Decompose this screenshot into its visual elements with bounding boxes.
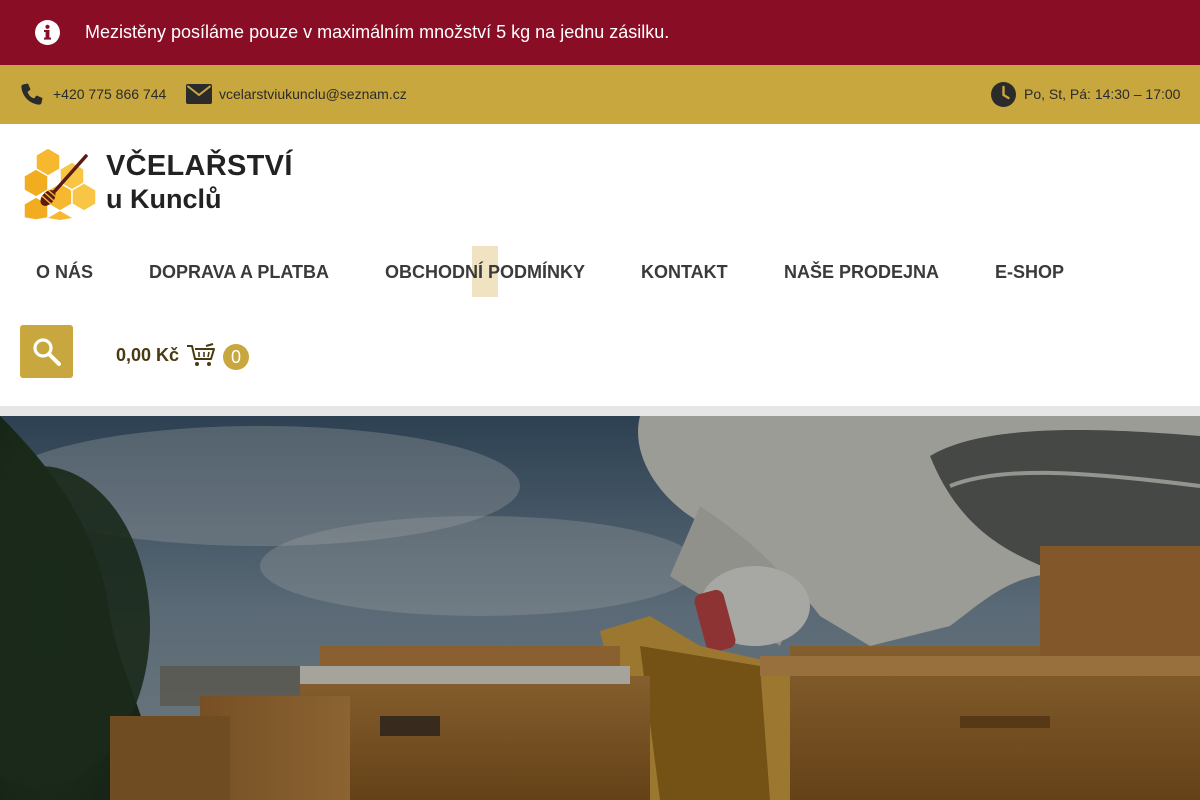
logo-subtitle: u Kunclů xyxy=(106,184,222,214)
search-icon xyxy=(33,338,61,366)
opening-hours: Po, St, Pá: 14:30 – 17:00 xyxy=(1024,86,1181,102)
clock-icon xyxy=(991,82,1016,107)
nav-item-about[interactable]: O NÁS xyxy=(36,260,93,284)
header-divider xyxy=(0,406,1200,416)
nav-item-contact[interactable]: KONTAKT xyxy=(641,260,728,284)
nav-item-eshop[interactable]: E-SHOP xyxy=(995,260,1064,284)
nav-item-shipping-payment[interactable]: DOPRAVA A PLATBA xyxy=(149,260,329,284)
email-link[interactable]: vcelarstviukunclu@seznam.cz xyxy=(219,86,407,102)
site-header: VČELAŘSTVÍ u Kunclů O NÁS DOPRAVA A PLAT… xyxy=(0,124,1200,406)
beekeeper-photo xyxy=(0,416,1200,800)
phone-link[interactable]: +420 775 866 744 xyxy=(53,86,166,102)
honeycomb-logo-icon xyxy=(23,147,97,220)
cart-total: 0,00 Kč xyxy=(116,345,180,365)
nav-item-store[interactable]: NAŠE PRODEJNA xyxy=(784,260,939,284)
hero-image xyxy=(0,416,1200,800)
contact-bar: +420 775 866 744 vcelarstviukunclu@sezna… xyxy=(0,65,1200,124)
main-navigation: O NÁS DOPRAVA A PLATBA OBCHODNÍ PODMÍNKY… xyxy=(0,246,1200,298)
logo-title: VČELAŘSTVÍ xyxy=(106,150,293,182)
cart-count-badge: 0 xyxy=(223,344,249,370)
mail-icon xyxy=(186,84,212,104)
info-icon xyxy=(35,20,60,45)
notice-bar: Mezistěny posíláme pouze v maximálním mn… xyxy=(0,0,1200,65)
phone-icon xyxy=(21,83,43,105)
nav-item-terms[interactable]: OBCHODNÍ PODMÍNKY xyxy=(385,260,585,284)
logo[interactable]: VČELAŘSTVÍ u Kunclů xyxy=(20,144,292,220)
search-button[interactable] xyxy=(20,325,73,378)
notice-text: Mezistěny posíláme pouze v maximálním mn… xyxy=(85,22,670,42)
cart-icon xyxy=(187,343,215,366)
